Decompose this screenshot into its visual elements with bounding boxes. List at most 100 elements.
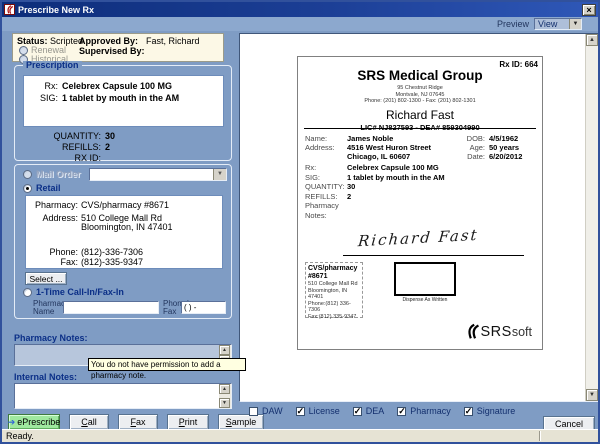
doc-signature: Richard Fast bbox=[357, 226, 479, 250]
pharmacy-name-input[interactable] bbox=[63, 301, 159, 314]
checkbox-icon[interactable] bbox=[249, 407, 258, 416]
retail-pharmacy-box: Pharmacy:CVS/pharmacy #8671 Address:510 … bbox=[25, 195, 223, 269]
prescription-summary-box: Rx: Celebrex Capsule 100 MG SIG: 1 tablet … bbox=[23, 75, 224, 127]
doc-patient-block: Name:James Noble Address:4516 West Huron… bbox=[305, 134, 535, 161]
preview-label: Preview bbox=[497, 19, 529, 29]
doc-clinic-name: SRS Medical Group bbox=[298, 68, 542, 83]
internal-notes-textarea[interactable]: ▲ ▼ bbox=[14, 383, 232, 409]
internal-notes-scrollbar[interactable]: ▲ ▼ bbox=[219, 384, 231, 408]
quantity-value: 30 bbox=[105, 131, 115, 142]
pharmacy-fax-label: Fax: bbox=[26, 257, 78, 267]
chevron-down-icon[interactable]: ▼ bbox=[569, 19, 581, 29]
checkbox-pharmacy[interactable]: Pharmacy bbox=[397, 406, 451, 416]
divider bbox=[304, 128, 536, 129]
scroll-up-icon: ▲ bbox=[219, 345, 230, 355]
daw-caption: Dispense As Written bbox=[394, 297, 456, 303]
scroll-up-icon[interactable]: ▲ bbox=[219, 384, 230, 394]
sig-label: SIG: bbox=[24, 92, 58, 104]
doc-pharmacy-block: CVS/pharmacy #8671 510 College Mall Rd B… bbox=[305, 262, 363, 318]
checkbox-signature[interactable]: Signature bbox=[464, 406, 516, 416]
preview-toolbar: Preview View ▼ bbox=[2, 17, 598, 31]
doc-rx-id: Rx ID: 664 bbox=[499, 60, 538, 69]
doc-provider-credentials: LIC# NJ827593 - DEA# 859304990 bbox=[298, 123, 542, 132]
sample-label: Sample bbox=[226, 417, 257, 427]
callin-radio[interactable]: 1-Time Call-In/Fax-In bbox=[23, 287, 124, 297]
status-panel: Status: Scripted Renewal Historical Appr… bbox=[12, 33, 224, 62]
pharmacy-phone-label: Phone: bbox=[26, 247, 78, 257]
select-pharmacy-label: Select ... bbox=[29, 274, 62, 284]
call-label: Call bbox=[81, 417, 97, 427]
checkbox-icon[interactable] bbox=[353, 407, 362, 416]
preview-pane: Rx ID: 664 SRS Medical Group 95 Chestnut… bbox=[239, 33, 599, 402]
doc-patient-dates: DOB:4/5/1962 Age:50 years Date:6/20/2012 bbox=[459, 134, 533, 161]
prescription-group: Prescription Rx:Celebrex Capsule 100 MG … bbox=[14, 65, 232, 161]
sig-value: 1 tablet by mouth in the AM bbox=[62, 92, 179, 104]
checkbox-icon[interactable] bbox=[464, 407, 473, 416]
rx-label: Rx: bbox=[24, 80, 58, 92]
checkbox-daw[interactable]: DAW bbox=[249, 406, 283, 416]
checkbox-license[interactable]: License bbox=[296, 406, 340, 416]
rx-value: Celebrex Capsule 100 MG bbox=[62, 80, 172, 92]
status-bar-separator bbox=[539, 431, 541, 441]
select-pharmacy-button[interactable]: Select ... bbox=[25, 272, 67, 285]
supervised-by-label: Supervised By: bbox=[79, 46, 145, 56]
preview-scrollbar[interactable]: ▲ ▼ bbox=[585, 34, 598, 401]
mail-order-radio: Mail Order bbox=[23, 169, 81, 179]
internal-notes-label: Internal Notes: bbox=[14, 372, 77, 382]
permission-tooltip: You do not have permission to add a phar… bbox=[88, 358, 246, 371]
arrow-right-icon: ➔ bbox=[8, 418, 16, 427]
checkbox-license-label: License bbox=[309, 406, 340, 416]
radio-icon[interactable] bbox=[23, 288, 32, 297]
close-icon[interactable]: × bbox=[582, 4, 596, 16]
checkbox-icon[interactable] bbox=[397, 407, 406, 416]
srssoft-swoosh-icon bbox=[464, 323, 481, 340]
eprescribe-label: ePrescribe bbox=[17, 417, 60, 427]
radio-icon bbox=[23, 170, 32, 179]
pharmacy-phone-value: (812)-336-7306 bbox=[81, 247, 143, 257]
mail-order-dropdown-value bbox=[90, 169, 213, 180]
mail-order-label: Mail Order bbox=[36, 169, 81, 179]
status-bar: Ready. bbox=[2, 429, 598, 442]
refills-value: 2 bbox=[105, 142, 110, 153]
view-dropdown[interactable]: View ▼ bbox=[534, 18, 582, 30]
doc-clinic-address: 95 Chestnut Ridge Montvale, NJ 07645 Pho… bbox=[298, 85, 542, 105]
scroll-down-icon[interactable]: ▼ bbox=[219, 398, 230, 408]
view-dropdown-value: View bbox=[535, 19, 569, 29]
callin-label: 1-Time Call-In/Fax-In bbox=[36, 287, 124, 297]
retail-radio[interactable]: Retail bbox=[23, 183, 61, 193]
status-bar-text: Ready. bbox=[6, 431, 34, 441]
sample-button[interactable]: Sample bbox=[218, 414, 264, 430]
approved-by-value: Fast, Richard bbox=[146, 36, 200, 46]
eprescribe-button[interactable]: ➔ ePrescribe bbox=[8, 414, 60, 430]
quantity-label: QUANTITY: bbox=[15, 131, 101, 142]
print-label: Print bbox=[179, 417, 198, 427]
checkbox-signature-label: Signature bbox=[477, 406, 516, 416]
pharmacy-fax-value: (812)-335-9347 bbox=[81, 257, 143, 267]
verification-checkbox-row: DAW License DEA Pharmacy Signature bbox=[249, 406, 515, 416]
action-button-row: ➔ ePrescribe Call Fax Print Sample bbox=[8, 414, 264, 430]
pharmacy-notes-label: Pharmacy Notes: bbox=[14, 333, 88, 343]
chevron-down-icon: ▼ bbox=[213, 169, 226, 180]
prescription-document: Rx ID: 664 SRS Medical Group 95 Chestnut… bbox=[297, 56, 543, 350]
fax-button[interactable]: Fax bbox=[118, 414, 158, 430]
pharmacy-address2: Bloomington, IN 47401 bbox=[81, 222, 173, 232]
checkbox-daw-label: DAW bbox=[262, 406, 283, 416]
phone-fax-input[interactable]: ( ) - bbox=[181, 301, 226, 314]
refills-label: REFILLS: bbox=[15, 142, 101, 153]
print-button[interactable]: Print bbox=[167, 414, 209, 430]
pharmacy-group: Mail Order ▼ Retail Pharmacy:CVS/pharmac… bbox=[14, 164, 232, 319]
checkbox-dea-label: DEA bbox=[366, 406, 385, 416]
checkbox-icon[interactable] bbox=[296, 407, 305, 416]
doc-patient-name: James Noble bbox=[347, 134, 393, 143]
scroll-down-icon[interactable]: ▼ bbox=[586, 389, 598, 401]
doc-patient-address1: 4516 West Huron Street bbox=[347, 143, 431, 152]
daw-box bbox=[394, 262, 456, 296]
radio-icon[interactable] bbox=[23, 184, 32, 193]
doc-patient-address2: Chicago, IL 60607 bbox=[347, 152, 410, 161]
checkbox-pharmacy-label: Pharmacy bbox=[410, 406, 451, 416]
scroll-up-icon[interactable]: ▲ bbox=[586, 34, 598, 46]
checkbox-dea[interactable]: DEA bbox=[353, 406, 385, 416]
app-logo-icon bbox=[4, 4, 15, 15]
call-button[interactable]: Call bbox=[69, 414, 109, 430]
doc-rx-block: Rx:Celebrex Capsule 100 MG SIG:1 tablet … bbox=[305, 163, 535, 220]
